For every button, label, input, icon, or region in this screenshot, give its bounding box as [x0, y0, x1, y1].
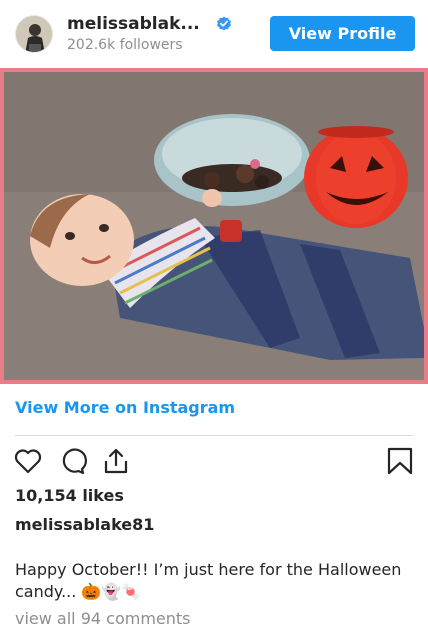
avatar[interactable]: [15, 15, 53, 53]
username[interactable]: melissablak...: [67, 14, 200, 34]
like-count[interactable]: 10,154 likes: [15, 486, 124, 505]
divider: [15, 435, 413, 436]
comment-icon[interactable]: [57, 446, 87, 476]
verified-badge-icon: [216, 16, 231, 31]
follower-count: 202.6k followers: [67, 37, 183, 53]
share-icon[interactable]: [101, 446, 131, 476]
username-row: melissablak...: [67, 14, 232, 34]
view-comments-link[interactable]: view all 94 comments: [15, 609, 191, 628]
bookmark-icon[interactable]: [385, 446, 415, 476]
post-photo[interactable]: [0, 68, 428, 384]
view-more-link[interactable]: View More on Instagram: [15, 398, 235, 417]
caption-username[interactable]: melissablake81: [15, 515, 154, 534]
view-profile-button[interactable]: View Profile: [270, 16, 415, 51]
post-image: [0, 68, 428, 384]
action-bar: [0, 446, 428, 478]
caption-text: Happy October!! I’m just here for the Ha…: [15, 560, 402, 601]
avatar-image: [16, 16, 52, 52]
post-header: melissablak... 202.6k followers View Pro…: [0, 0, 428, 67]
heart-icon[interactable]: [13, 446, 43, 476]
